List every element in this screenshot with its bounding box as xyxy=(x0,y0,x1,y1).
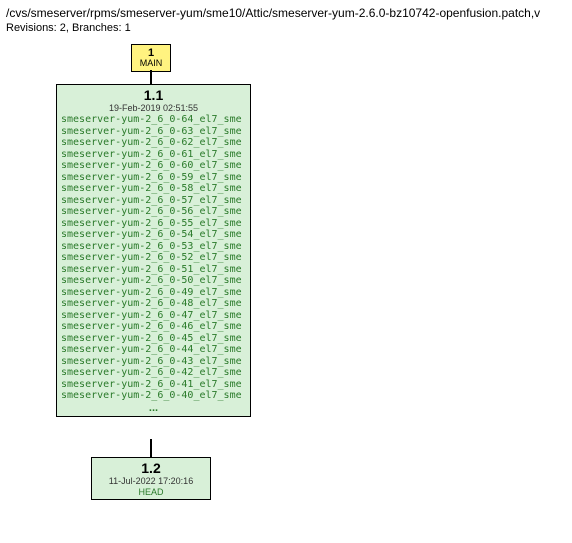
connector-line xyxy=(150,439,152,457)
revision-tag: smeserver-yum-2_6_0-42_el7_sme xyxy=(61,367,246,379)
revision-tag: smeserver-yum-2_6_0-46_el7_sme xyxy=(61,321,246,333)
revision-tag: smeserver-yum-2_6_0-47_el7_sme xyxy=(61,310,246,322)
revision-tag: smeserver-yum-2_6_0-57_el7_sme xyxy=(61,195,246,207)
revision-tag: smeserver-yum-2_6_0-43_el7_sme xyxy=(61,356,246,368)
revision-tag: smeserver-yum-2_6_0-58_el7_sme xyxy=(61,183,246,195)
tags-ellipsis: ... xyxy=(61,402,246,414)
revision-tag: smeserver-yum-2_6_0-60_el7_sme xyxy=(61,160,246,172)
revision-tag: smeserver-yum-2_6_0-40_el7_sme xyxy=(61,390,246,402)
revision-tag: smeserver-yum-2_6_0-61_el7_sme xyxy=(61,149,246,161)
revision-tag: smeserver-yum-2_6_0-53_el7_sme xyxy=(61,241,246,253)
revision-tag: smeserver-yum-2_6_0-59_el7_sme xyxy=(61,172,246,184)
branch-node-main: 1 MAIN xyxy=(131,44,171,72)
revision-tag: smeserver-yum-2_6_0-45_el7_sme xyxy=(61,333,246,345)
revision-date: 11-Jul-2022 17:20:16 xyxy=(96,476,206,486)
branch-name: MAIN xyxy=(132,59,170,69)
revision-tag: smeserver-yum-2_6_0-48_el7_sme xyxy=(61,298,246,310)
revision-tag: smeserver-yum-2_6_0-64_el7_sme xyxy=(61,114,246,126)
revision-tag: smeserver-yum-2_6_0-62_el7_sme xyxy=(61,137,246,149)
revision-tag: smeserver-yum-2_6_0-54_el7_sme xyxy=(61,229,246,241)
cvs-revision-graph: 1 MAIN 1.1 19-Feb-2019 02:51:55 smeserve… xyxy=(6,44,566,534)
revision-date: 19-Feb-2019 02:51:55 xyxy=(61,103,246,113)
revision-version: 1.2 xyxy=(96,460,206,476)
revision-tag: smeserver-yum-2_6_0-55_el7_sme xyxy=(61,218,246,230)
revision-tag: smeserver-yum-2_6_0-56_el7_sme xyxy=(61,206,246,218)
revisions-summary: Revisions: 2, Branches: 1 xyxy=(6,22,566,34)
head-label: HEAD xyxy=(96,487,206,497)
revision-node-1-2: 1.2 11-Jul-2022 17:20:16 HEAD xyxy=(91,457,211,500)
file-path: /cvs/smeserver/rpms/smeserver-yum/sme10/… xyxy=(6,6,566,20)
revision-tag: smeserver-yum-2_6_0-52_el7_sme xyxy=(61,252,246,264)
revision-tag: smeserver-yum-2_6_0-51_el7_sme xyxy=(61,264,246,276)
revision-tags: smeserver-yum-2_6_0-64_el7_smesmeserver-… xyxy=(61,114,246,402)
revision-tag: smeserver-yum-2_6_0-41_el7_sme xyxy=(61,379,246,391)
revision-tag: smeserver-yum-2_6_0-63_el7_sme xyxy=(61,126,246,138)
revision-tag: smeserver-yum-2_6_0-50_el7_sme xyxy=(61,275,246,287)
revision-tag: smeserver-yum-2_6_0-49_el7_sme xyxy=(61,287,246,299)
revision-node-1-1: 1.1 19-Feb-2019 02:51:55 smeserver-yum-2… xyxy=(56,84,251,417)
revision-tag: smeserver-yum-2_6_0-44_el7_sme xyxy=(61,344,246,356)
connector-line xyxy=(150,70,152,84)
revision-version: 1.1 xyxy=(61,87,246,103)
